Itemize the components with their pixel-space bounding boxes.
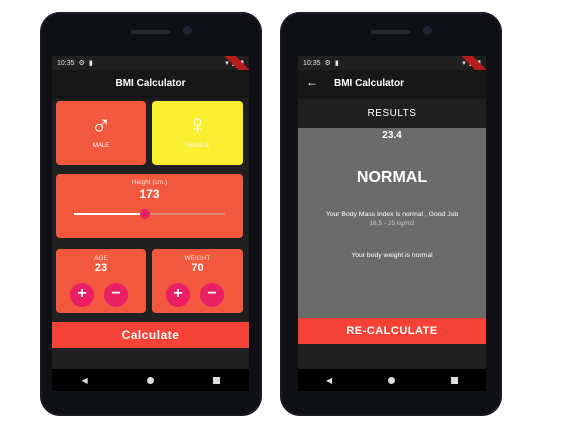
app-title: BMI Calculator bbox=[115, 77, 186, 89]
calculate-button[interactable]: Calculate bbox=[52, 322, 249, 348]
phone-results: 10:35 ⚙ ▮ ▾ ◢ ▮ ← BMI Calculator RESULTS… bbox=[280, 12, 502, 416]
app-title: BMI Calculator bbox=[334, 77, 405, 89]
back-arrow-icon[interactable]: ← bbox=[306, 75, 318, 89]
status-time: 10:35 bbox=[57, 59, 75, 67]
interpretation-text: Your Body Mass Index is normal , Good Jo… bbox=[325, 211, 459, 218]
normal-range-text: 18.5 - 25 kg/m2 bbox=[369, 220, 415, 227]
age-plus-button[interactable]: + bbox=[70, 283, 94, 307]
male-label: MALE bbox=[92, 143, 110, 149]
height-value: 173 bbox=[139, 187, 160, 201]
status-bar: 10:35 ⚙ ▮ ▾ ◢ ▮ bbox=[52, 56, 249, 82]
age-label: AGE bbox=[94, 255, 108, 262]
female-label: FEMALE bbox=[185, 143, 210, 149]
speaker bbox=[131, 30, 171, 34]
calculator-screen: 10:35 ⚙ ▮ ▾ ◢ ▮ BMI Calculator ♂ MALE ♀ … bbox=[52, 56, 249, 391]
weight-note: Your body weight is normal bbox=[351, 252, 433, 259]
nav-recent-icon[interactable] bbox=[451, 376, 458, 384]
nav-home-icon[interactable] bbox=[146, 376, 154, 384]
age-minus-button[interactable]: − bbox=[104, 283, 128, 307]
height-slider[interactable] bbox=[74, 209, 225, 219]
recalculate-button[interactable]: RE-CALCULATE bbox=[298, 318, 486, 344]
weight-plus-button[interactable]: + bbox=[166, 283, 190, 307]
android-nav-bar: ◀ bbox=[52, 369, 249, 391]
app-bar: ← BMI Calculator bbox=[298, 70, 486, 96]
results-panel: 23.4 NORMAL Your Body Mass Index is norm… bbox=[298, 128, 486, 318]
front-camera bbox=[183, 26, 192, 35]
height-card: Height (cm.) 173 bbox=[56, 174, 243, 238]
front-camera bbox=[423, 26, 432, 35]
speaker bbox=[371, 30, 411, 34]
bmi-value: 23.4 bbox=[382, 130, 402, 141]
sd-card-icon: ▮ bbox=[88, 60, 93, 67]
female-card[interactable]: ♀ FEMALE bbox=[152, 101, 243, 165]
sd-card-icon: ▮ bbox=[334, 60, 339, 67]
results-title: RESULTS bbox=[367, 108, 417, 119]
age-value: 23 bbox=[94, 262, 108, 274]
nav-back-icon[interactable]: ◀ bbox=[81, 376, 87, 385]
status-time: 10:35 bbox=[303, 59, 321, 67]
settings-icon: ⚙ bbox=[78, 60, 85, 67]
results-screen: 10:35 ⚙ ▮ ▾ ◢ ▮ ← BMI Calculator RESULTS… bbox=[298, 56, 486, 391]
weight-card: WEIGHT 70 + − bbox=[152, 249, 243, 313]
slider-fill bbox=[74, 213, 145, 215]
weight-label: WEIGHT bbox=[184, 255, 211, 262]
nav-home-icon[interactable] bbox=[388, 376, 396, 384]
female-icon: ♀ bbox=[187, 109, 208, 140]
phone-calculator: 10:35 ⚙ ▮ ▾ ◢ ▮ BMI Calculator ♂ MALE ♀ … bbox=[40, 12, 262, 416]
settings-icon: ⚙ bbox=[324, 60, 331, 67]
result-status: NORMAL bbox=[356, 169, 428, 186]
nav-back-icon[interactable]: ◀ bbox=[326, 376, 332, 385]
android-nav-bar: ◀ bbox=[298, 369, 486, 391]
slider-thumb[interactable] bbox=[139, 209, 150, 219]
male-card[interactable]: ♂ MALE bbox=[56, 101, 146, 165]
weight-minus-button[interactable]: − bbox=[200, 283, 224, 307]
height-label: Height (cm.) bbox=[131, 179, 168, 186]
nav-recent-icon[interactable] bbox=[212, 376, 220, 384]
weight-value: 70 bbox=[191, 262, 204, 274]
app-bar: BMI Calculator bbox=[52, 70, 249, 96]
male-icon: ♂ bbox=[90, 109, 112, 140]
age-card: AGE 23 + − bbox=[56, 249, 146, 313]
status-bar: 10:35 ⚙ ▮ ▾ ◢ ▮ bbox=[298, 56, 486, 82]
